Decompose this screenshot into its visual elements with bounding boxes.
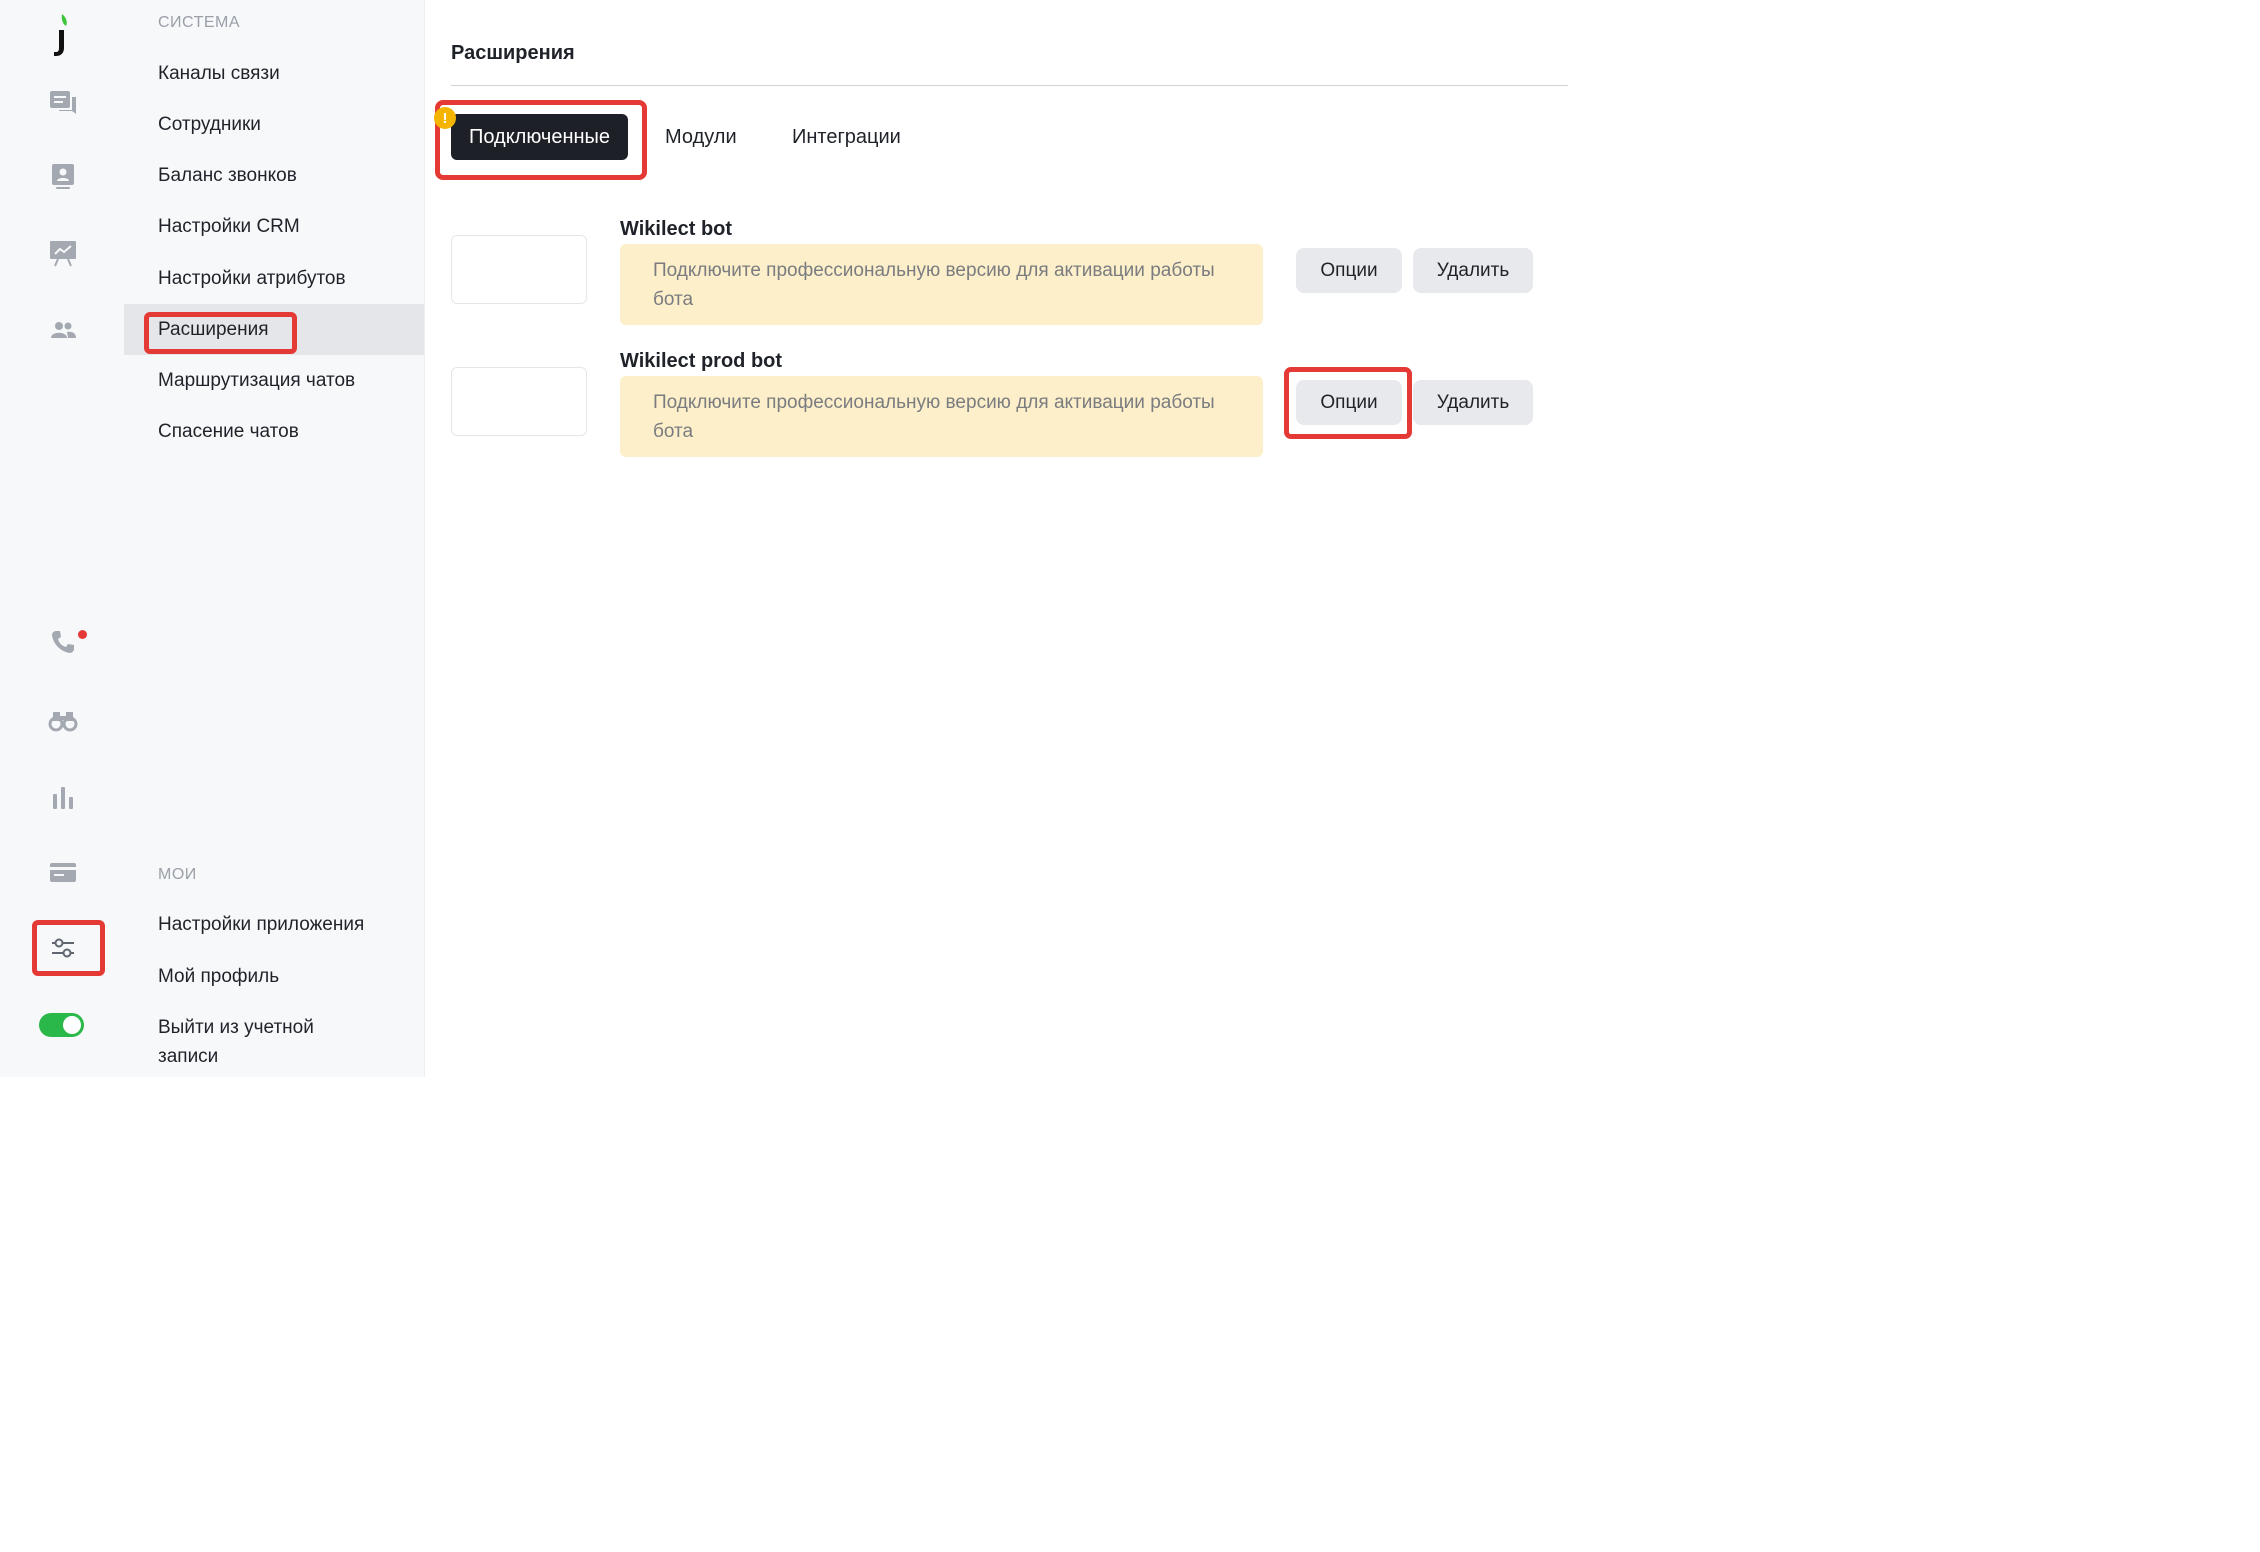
options-highlight-frame (1284, 367, 1412, 439)
tab-modules[interactable]: Модули (665, 114, 737, 160)
binoculars-icon[interactable] (42, 698, 84, 740)
menu-item-channels[interactable]: Каналы связи (124, 48, 424, 99)
presentation-icon[interactable] (42, 232, 84, 274)
chat-icon[interactable] (42, 82, 84, 124)
extension-thumbnail (451, 235, 587, 304)
menu-section-my: МОИ (158, 866, 197, 883)
extension-delete-button[interactable]: Удалить (1413, 248, 1533, 293)
menu-item-chat-rescue[interactable]: Спасение чатов (124, 406, 424, 457)
contacts-icon[interactable] (42, 156, 84, 198)
extension-delete-button[interactable]: Удалить (1413, 380, 1533, 425)
title-divider (451, 85, 1568, 86)
menu-section-system: СИСТЕМА (158, 14, 241, 31)
status-toggle[interactable] (39, 1013, 84, 1037)
main-panel: Расширения Подключенные ! Модули Интегра… (425, 0, 1568, 1077)
settings-highlight-frame (32, 920, 105, 976)
settings-menu: СИСТЕМА Каналы связи Сотрудники Баланс з… (124, 0, 425, 1077)
menu-item-extensions[interactable]: Расширения (124, 304, 424, 355)
menu-item-chat-routing[interactable]: Маршрутизация чатов (124, 355, 424, 406)
logo-icon[interactable] (44, 12, 80, 58)
menu-item-attribute-settings[interactable]: Настройки атрибутов (124, 253, 424, 304)
tab-integrations[interactable]: Интеграции (792, 114, 901, 160)
menu-item-my-profile[interactable]: Мой профиль (124, 951, 424, 1002)
menu-highlight-frame (144, 312, 297, 354)
toggle-knob (63, 1016, 81, 1034)
menu-item-employees[interactable]: Сотрудники (124, 99, 424, 150)
icon-rail (0, 0, 124, 1077)
extension-pro-notice: Подключите профессиональную версию для а… (620, 244, 1263, 325)
team-icon[interactable] (42, 309, 84, 351)
card-icon[interactable] (42, 851, 84, 893)
phone-icon[interactable] (42, 621, 84, 663)
menu-item-crm-settings[interactable]: Настройки CRM (124, 201, 424, 252)
tab-connected[interactable]: Подключенные (451, 114, 628, 160)
menu-item-app-settings[interactable]: Настройки приложения (124, 899, 424, 950)
extension-pro-notice: Подключите профессиональную версию для а… (620, 376, 1263, 457)
extension-name: Wikilect prod bot (620, 350, 783, 372)
page-title: Расширения (451, 42, 575, 64)
extension-options-button[interactable]: Опции (1296, 248, 1402, 293)
menu-item-logout[interactable]: Выйти из учетной записи (124, 1013, 364, 1083)
menu-item-call-balance[interactable]: Баланс звонков (124, 150, 424, 201)
stats-icon[interactable] (42, 776, 84, 818)
extension-thumbnail (451, 367, 587, 436)
extension-name: Wikilect bot (620, 218, 733, 240)
notification-dot (78, 630, 87, 639)
warning-badge-icon: ! (434, 107, 456, 129)
